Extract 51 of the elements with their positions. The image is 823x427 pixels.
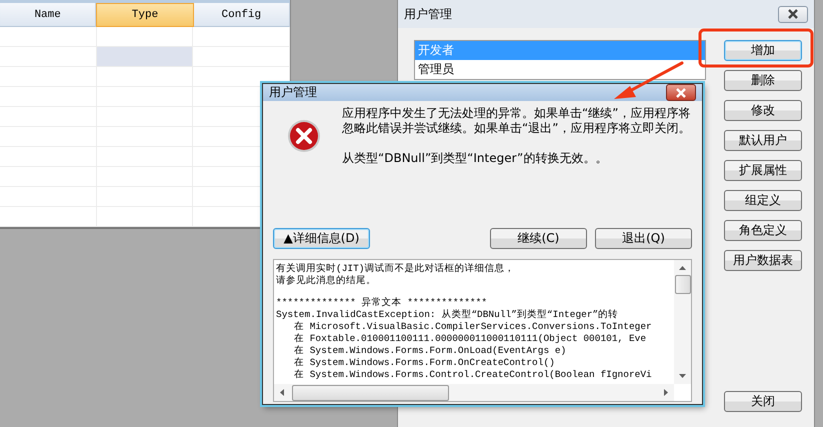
action-button[interactable]: 角色定义 [724, 220, 802, 241]
details-text-area[interactable] [273, 259, 692, 402]
error-message: 应用程序中发生了无法处理的异常。如果单击“继续”，应用程序将忽略此错误并尝试继续。如果单击“退出”，应用程序将立即关闭。 [342, 106, 692, 136]
action-button[interactable]: 默认用户 [724, 130, 802, 151]
error-detail-message: 从类型“DBNull”到类型“Integer”的转换无效。。 [342, 150, 608, 167]
horizontal-scrollbar[interactable] [274, 384, 674, 401]
scroll-up-icon[interactable] [679, 266, 686, 270]
dialog-title: 用户管理 [269, 84, 318, 101]
details-line: 在 System.Windows.Forms.Form.OnLoad(EventArgs e) [293, 345, 568, 357]
close-icon[interactable] [666, 84, 696, 101]
window-title: 用户管理 [404, 6, 453, 22]
details-button[interactable]: ▲详细信息(D) [273, 228, 370, 249]
dialog-button[interactable]: 继续(C) [490, 228, 587, 249]
action-button[interactable]: 删除 [724, 70, 802, 91]
scroll-down-icon[interactable] [679, 374, 686, 378]
action-button[interactable]: 组定义 [724, 190, 802, 211]
annotation-arrow [614, 62, 684, 99]
dialog-button[interactable]: 退出(Q) [595, 228, 692, 249]
details-line: 有关调用实时(JIT)调试而不是此对话框的详细信息， [276, 263, 516, 275]
table-cell[interactable] [96, 47, 194, 67]
scroll-right-icon[interactable] [664, 389, 668, 396]
details-line: 在 Microsoft.VisualBasic.CompilerServices.Conversions.ToInteger [293, 321, 653, 333]
column-header[interactable]: Type [96, 3, 194, 27]
details-line: 请参见此消息的结尾。 [276, 275, 377, 287]
details-line: 在 System.Windows.Forms.Control.CreateControl(Boolean fIgnoreVi [293, 369, 653, 381]
details-line: 在 System.Windows.Forms.Form.OnCreateControl() [293, 357, 556, 369]
table-cell[interactable] [96, 207, 194, 227]
scroll-thumb[interactable] [674, 275, 690, 294]
list-item[interactable]: 管理员 [415, 60, 705, 79]
details-line: 在 Foxtable.010001100111.000000011000110111(Object 000101, Eve [293, 333, 648, 345]
details-line: ************** 异常文本 ************** [276, 297, 488, 309]
scroll-thumb[interactable] [292, 384, 449, 400]
table-cell[interactable] [96, 67, 194, 87]
table-cell[interactable] [193, 27, 290, 47]
error-icon [287, 119, 321, 153]
action-button[interactable]: 增加 [724, 40, 802, 61]
table-cell[interactable] [0, 27, 97, 47]
table-cell[interactable] [0, 47, 97, 67]
column-header[interactable]: Name [0, 3, 96, 27]
vertical-scrollbar[interactable] [674, 260, 691, 384]
column-header[interactable]: Config [194, 3, 290, 27]
table-cell[interactable] [0, 207, 97, 227]
table-cell[interactable] [193, 47, 290, 67]
close-button[interactable]: 关闭 [724, 391, 802, 412]
table-cell[interactable] [0, 67, 97, 87]
details-line: System.InvalidCastException: 从类型“DBNull”到类型“Integer”的转 [276, 309, 620, 321]
action-button[interactable]: 扩展属性 [724, 160, 802, 181]
scroll-left-icon[interactable] [280, 389, 284, 396]
action-button[interactable]: 修改 [724, 100, 802, 121]
close-icon[interactable] [778, 6, 808, 22]
action-button[interactable]: 用户数据表 [724, 250, 802, 271]
